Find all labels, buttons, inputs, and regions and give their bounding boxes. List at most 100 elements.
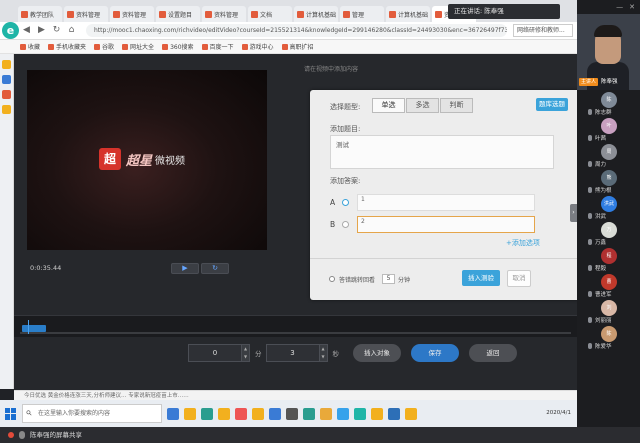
taskbar-app-icon[interactable] [405,407,417,420]
refresh-icon[interactable]: ↻ [50,24,63,37]
option-a-input[interactable]: 1 [357,193,535,211]
browser-tab[interactable]: 资料管理 [64,6,108,22]
tab-label: 教学团队 [30,11,55,19]
avatar: 叶 [601,118,617,134]
taskbar-app-icon[interactable] [371,407,383,420]
taskbar-app-icon[interactable] [235,407,247,420]
insert-object-button[interactable]: 插入对象 [353,344,401,362]
bookmark-item[interactable]: 网址大全 [122,42,154,51]
rewatch-minutes-input[interactable]: 5 [382,274,395,284]
bookmark-item[interactable]: 高职扩招 [281,42,314,51]
participant-item[interactable]: 周周力 [577,142,640,168]
participant-item[interactable]: 陈陈爱华 [577,324,640,350]
rewatch-checkbox[interactable] [329,276,335,282]
bookmark-item[interactable]: 收藏 [20,42,40,51]
tray-clock[interactable]: 2020/4/1 [546,410,571,417]
browser-tab[interactable]: 教学团队 [18,6,62,22]
taskbar-app-icon[interactable] [303,407,315,420]
participant-item[interactable]: 熊熊为根 [577,168,640,194]
back-button[interactable]: 返回 [469,344,517,362]
participant-item[interactable]: 万万鑫 [577,220,640,246]
seconds-stepper[interactable]: ▲ ▼ [319,344,328,362]
taskbar-app-icon[interactable] [184,407,196,420]
loop-icon[interactable]: ↻ [201,263,229,274]
taskbar-app-icon[interactable] [201,407,213,420]
presenter-video[interactable]: 主讲人 陈奉强 [577,14,640,90]
minimize-icon[interactable]: — [616,0,623,14]
cancel-button[interactable]: 取消 [507,270,531,287]
participant-item[interactable]: 刘刘丽丽 [577,298,640,324]
microphone-icon[interactable] [19,431,25,439]
participant-item[interactable]: 洪武 洪武 [577,194,640,220]
participant-item[interactable]: 陈陈志群 [577,90,640,116]
back-arrow-icon[interactable]: ◀ [20,24,33,37]
browser-tab[interactable]: 文档 [248,6,292,22]
avatar: 万 [601,222,617,238]
browser-tab[interactable]: 管理 [340,6,384,22]
tab-favicon-icon [343,10,350,18]
notes-icon[interactable] [2,105,11,114]
video-frame: 超 超星 微视频 [27,70,267,250]
option-b-input[interactable]: 2 [357,215,535,233]
taskbar-app-icon[interactable] [218,407,230,420]
timeline-playhead[interactable] [28,320,29,334]
question-bank-button[interactable]: 题库选题 [536,98,568,111]
option-a-radio[interactable] [342,198,349,206]
bookmark-item[interactable]: 手机收藏夹 [48,42,86,51]
forward-arrow-icon[interactable]: ▶ [35,24,48,37]
video-player[interactable]: 超 超星 微视频 [27,70,267,250]
tab-single-choice[interactable]: 单选 [372,98,405,113]
collapse-panel-icon[interactable]: › [570,204,577,222]
windows-start-icon[interactable] [5,407,17,420]
insert-quiz-button[interactable]: 插入测验 [462,270,500,286]
add-option-link[interactable]: +添加选项 [506,238,540,248]
address-bar: ◀ ▶ ↻ ⌂ http://mooc1.chaoxing.com/richvi… [0,22,577,40]
option-b-radio[interactable] [342,220,349,228]
taskbar-app-icon[interactable] [320,407,332,420]
timeline-object-marker[interactable] [22,325,46,332]
seconds-input[interactable]: 3 [265,344,320,362]
taskbar-app-icon[interactable] [354,407,366,420]
chaoxing-logo-icon: 超 [99,148,121,170]
taskbar-search-input[interactable]: 在这里输入你要搜索的内容 [22,404,162,423]
browser-tab[interactable]: 计算机基础 [386,6,430,22]
tab-true-false[interactable]: 判断 [440,98,473,113]
taskbar-app-icon[interactable] [252,407,264,420]
bookmark-item[interactable]: 谷歌 [94,42,114,51]
browser-tab[interactable]: 计算机基础 [294,6,338,22]
avatar: 陈 [601,326,617,342]
play-icon[interactable]: ▶ [171,263,199,274]
browser-tab[interactable]: 资料管理 [110,6,154,22]
browser-search-input[interactable]: 网络研修和教师... [513,24,573,37]
home-icon[interactable]: ⌂ [65,24,78,37]
minutes-input[interactable]: 0 [188,344,242,362]
browser-tab[interactable]: 资料管理 [202,6,246,22]
favorites-icon[interactable] [2,60,11,69]
bookmark-item[interactable]: 百度一下 [201,42,234,51]
url-input[interactable]: http://mooc1.chaoxing.com/richvideo/edit… [86,24,507,37]
participant-name-row: 刘丽丽 [588,316,612,324]
minutes-stepper[interactable]: ▲ ▼ [242,344,250,362]
participant-item[interactable]: 程程毅 [577,246,640,272]
participant-item[interactable]: 叶叶茜 [577,116,640,142]
bookmark-item[interactable]: 360搜索 [162,42,194,51]
tab-multiple-choice[interactable]: 多选 [406,98,439,113]
question-title-input[interactable]: 测试 [330,135,554,169]
taskbar-app-icon[interactable] [167,407,179,420]
taskbar-app-icon[interactable] [388,407,400,420]
taskbar-app-icon[interactable] [337,407,349,420]
taskbar-app-icon[interactable] [269,407,281,420]
participant-item[interactable]: 曹曹进军 [577,272,640,298]
tab-label: 资料管理 [122,11,147,19]
weibo-icon[interactable] [2,90,11,99]
browser-tab[interactable]: 设置题目 [156,6,200,22]
taskbar-app-icon[interactable] [286,407,298,420]
participant-name: 叶茜 [595,136,607,142]
microphone-icon [588,343,592,349]
bookmark-item[interactable]: 游戏中心 [241,42,274,51]
video-timeline[interactable] [14,315,577,337]
mail-icon[interactable] [2,75,11,84]
insert-time-controls: 0 ▲ ▼ 分 3 ▲ ▼ 秒 插入对象 保存 返回 [188,343,517,363]
save-button[interactable]: 保存 [411,344,459,362]
close-icon[interactable]: ✕ [629,0,635,14]
